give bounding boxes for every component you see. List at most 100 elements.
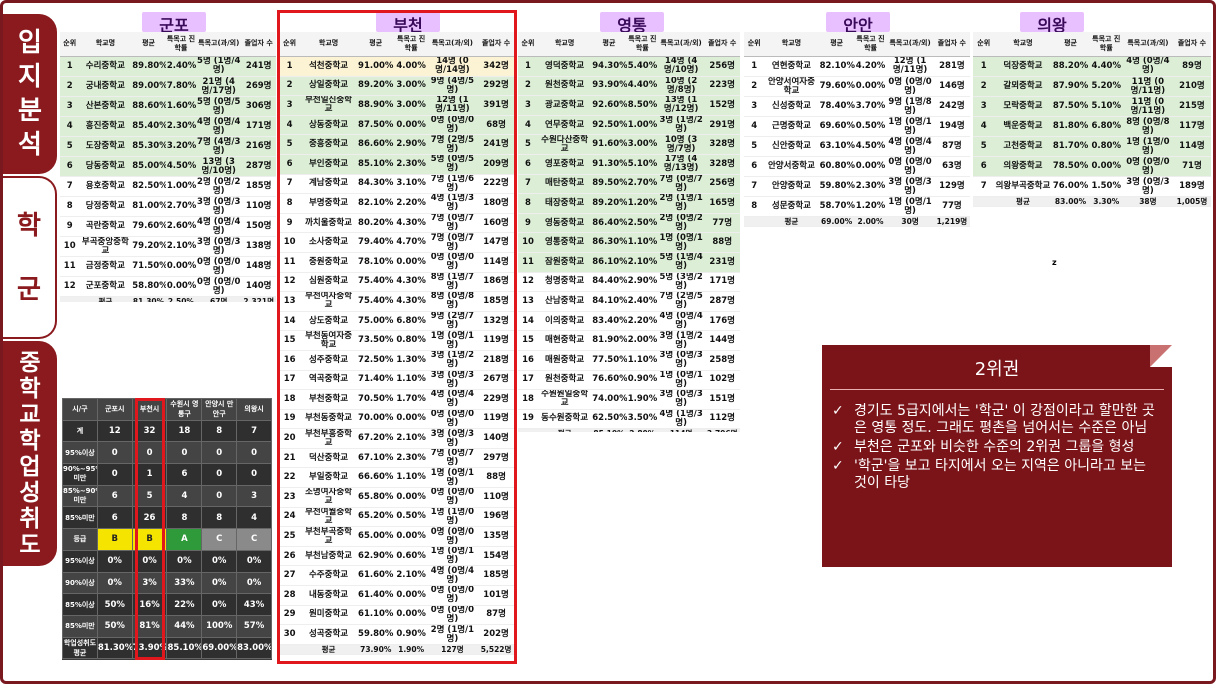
table-cell: 66.60% (356, 467, 395, 489)
table-cell: 70.00% (356, 409, 395, 430)
table-cell: 8 (518, 193, 538, 214)
table-cell: 3명 (1명/2명) (427, 350, 478, 371)
table-cell: 4명 (0명/4명) (427, 389, 478, 410)
table-cell: 5명 (0명/5명) (427, 154, 478, 175)
table-cell: 10 (518, 232, 538, 253)
table-cell: 9 (518, 213, 538, 234)
table-cell: 135명 (477, 526, 515, 547)
table-cell: 29 (279, 605, 301, 626)
check-icon: ✓ (832, 439, 844, 455)
table-cell: 61.40% (356, 585, 395, 606)
callout-box: 2위권 ✓ 경기도 5급지에서는 '학군' 이 강점이라고 할만한 곳은 영통 정… (822, 345, 1172, 567)
table-cell: 79.20% (131, 236, 166, 257)
table-cell: 26 (279, 546, 301, 567)
table-cell: 석천중학교 (300, 56, 357, 77)
table-cell: 부천부흥중학교 (300, 428, 357, 449)
table-cell: 영덕중학교 (537, 56, 592, 77)
table-cell: 132명 (477, 311, 515, 332)
table-cell: 89명 (1172, 56, 1211, 77)
table-row: 4 흥진중학교 85.40% 2.30% 4명 (0명/4명) 171명 (60, 116, 276, 137)
table-cell: 81.90% (591, 330, 627, 351)
table-cell: 0.00% (1089, 156, 1123, 177)
table-cell: 1명 (0명/1명) (886, 196, 934, 217)
table-row: 9 곡란중학교 79.60% 2.60% 4명 (0명/4명) 150명 (60, 216, 276, 237)
table-cell: 0명 (0명/0명) (427, 115, 478, 136)
table-cell: 8 (279, 193, 301, 214)
summary-cell: 16% (131, 593, 168, 616)
table-cell: 5명 (0명/5명) (196, 96, 242, 117)
table-cell: 산본중학교 (79, 96, 132, 117)
average-cell: 73.90% (356, 644, 395, 655)
table-cell: 12 (279, 272, 301, 293)
table-cell: 3.20% (165, 136, 197, 157)
tab-char: 석 (18, 130, 42, 160)
table-row: 4 근명중학교 69.60% 0.50% 1명 (0명/1명) 194명 (744, 116, 970, 137)
average-cell: 85.10% (591, 428, 627, 432)
table-cell: 12명 (1명/11명) (886, 56, 934, 77)
table-row: 6 당동중학교 85.00% 4.50% 13명 (3명/10명) 287명 (60, 156, 276, 177)
table-row: 15 부천동여자중학교 73.50% 0.80% 1명 (0명/1명) 119명 (279, 330, 515, 351)
header-cell: 졸업자 수 (241, 32, 276, 57)
table-cell: 1명 (1명/0명) (427, 507, 478, 528)
table-cell: 185명 (241, 176, 276, 197)
table-cell: 수원원일중학교 (537, 389, 592, 410)
table-cell: 88명 (477, 467, 515, 489)
table-cell: 원천중학교 (537, 370, 592, 391)
table-cell: 3 (744, 96, 765, 117)
side-tab-location[interactable]: 입 지 분 석 (3, 14, 57, 174)
header-cell: 순위 (518, 32, 538, 57)
table-row: 10 영통중학교 86.30% 1.10% 1명 (0명/1명) 88명 (518, 232, 740, 253)
table-cell: 2.10% (394, 428, 428, 449)
table-cell: 11 (518, 252, 538, 273)
table-cell: 83.40% (591, 311, 627, 332)
summary-cell: 50% (96, 614, 133, 638)
table-cell: 1.90% (626, 389, 658, 410)
table-cell: 17 (518, 370, 538, 391)
table-row: 17 역곡중학교 71.40% 1.10% 3명 (0명/3명) 267명 (279, 370, 515, 391)
table-row: 12 심원중학교 75.40% 4.30% 8명 (1명/7명) 186명 (279, 272, 515, 293)
table-cell: 모락중학교 (994, 96, 1052, 117)
table-row: 2 궁내중학교 89.00% 7.80% 21명 (4명/17명) 269명 (60, 76, 276, 97)
table-cell: 근명중학교 (764, 116, 819, 137)
table-cell: 6 (60, 156, 80, 177)
table-row: 6 의왕중학교 78.50% 0.00% 0명 (0명/0명) 71명 (973, 156, 1211, 177)
table-cell: 89.50% (591, 174, 627, 195)
table-row: 21 덕산중학교 67.10% 2.30% 7명 (0명/7명) 297명 (279, 448, 515, 469)
summary-row: 학업성취도 평균 81.30% 73.90% 85.10% 69.00% 83.00% (62, 636, 272, 660)
summary-row: 등급 B B A C C (62, 528, 272, 551)
header-cell: 특목고(과/외) (427, 32, 478, 57)
table-cell: 92.50% (591, 115, 627, 136)
table-row: 29 원미중학교 61.10% 0.00% 0명 (0명/0명) 87명 (279, 605, 515, 626)
table-cell: 2.90% (394, 134, 428, 155)
summary-cell: 83.00% (236, 636, 272, 660)
table-cell: 3.70% (854, 96, 887, 117)
table-cell: 86.30% (591, 232, 627, 253)
table-cell: 부천일신중학교 (300, 95, 357, 116)
header-cell: 특목고(과/외) (657, 32, 705, 57)
header-row: 순위 학교명 평균 특목고 진학률 특목고(과/외) 졸업자 수 (279, 32, 515, 57)
summary-cell: 등급 (62, 528, 98, 551)
summary-cell: 50% (96, 593, 133, 616)
table-cell: 2.30% (394, 448, 428, 469)
table-cell: 119명 (477, 330, 515, 351)
table-cell: 3.00% (394, 95, 428, 116)
header-cell: 평균 (131, 32, 166, 57)
side-tab-achievement[interactable]: 중 학 교 학 업 성 취 도 (3, 341, 57, 566)
summary-cell: 90%~95%미만 (62, 463, 98, 486)
table-cell: 256명 (704, 174, 740, 195)
table-cell: 8명 (1명/7명) (427, 272, 478, 293)
table-cell: 4.30% (394, 291, 428, 312)
summary-header-cell: 군포시 (96, 398, 133, 421)
table-cell: 222명 (477, 174, 515, 195)
table-cell: 7명 (4명/3명) (196, 136, 242, 157)
table-cell: 부천동여자중학교 (300, 330, 357, 351)
summary-cell: 81% (131, 614, 168, 638)
summary-cell: A (166, 528, 203, 551)
side-tab-school[interactable]: 학 군 (3, 176, 57, 339)
table-cell: 광교중학교 (537, 95, 592, 116)
average-row: 평균85.10%2.80%114명3,796명 (518, 428, 740, 432)
header-cell: 특목고 진학률 (854, 32, 887, 57)
table-row: 13 부천여자중학교 75.40% 4.30% 8명 (0명/8명) 185명 (279, 291, 515, 312)
table-cell: 12명 (1명/11명) (427, 95, 478, 116)
table-cell: 이의중학교 (537, 311, 592, 332)
